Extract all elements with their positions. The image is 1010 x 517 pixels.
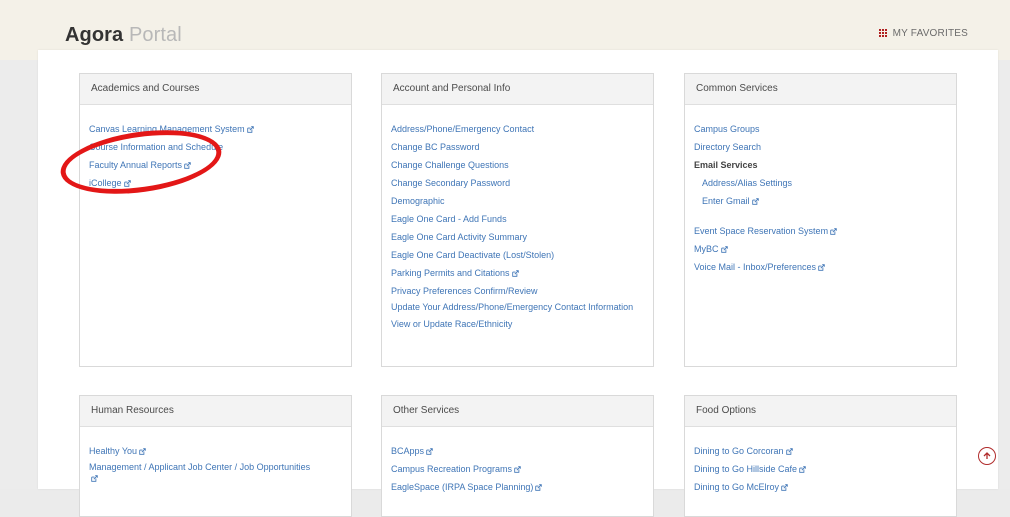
external-link-icon xyxy=(426,448,433,455)
link-race-ethnicity[interactable]: View or Update Race/Ethnicity xyxy=(391,315,653,333)
link-challenge-questions[interactable]: Change Challenge Questions xyxy=(391,156,653,174)
external-link-icon xyxy=(514,466,521,473)
panel-common: Common Services Campus Groups Directory … xyxy=(684,73,957,367)
panel-hr: Human Resources Healthy You Management /… xyxy=(79,395,352,517)
external-link-icon xyxy=(511,270,519,277)
link-change-password[interactable]: Change BC Password xyxy=(391,138,653,156)
link-privacy[interactable]: Privacy Preferences Confirm/Review xyxy=(391,282,653,300)
panel-hr-title: Human Resources xyxy=(80,396,351,427)
link-dining-hillside[interactable]: Dining to Go Hillside Cafe xyxy=(694,460,956,478)
link-eagle-card-deactivate[interactable]: Eagle One Card Deactivate (Lost/Stolen) xyxy=(391,246,653,264)
link-mybc[interactable]: MyBC xyxy=(694,240,956,258)
link-enter-gmail[interactable]: Enter Gmail xyxy=(694,192,956,210)
external-link-icon xyxy=(785,448,793,455)
portal-logo[interactable]: Agora Portal xyxy=(65,24,182,47)
external-link-icon xyxy=(246,126,254,133)
panel-food-title: Food Options xyxy=(685,396,956,427)
link-update-address[interactable]: Update Your Address/Phone/Emergency Cont… xyxy=(391,302,651,313)
link-campus-groups[interactable]: Campus Groups xyxy=(694,120,956,138)
panel-other: Other Services BCApps Campus Recreation … xyxy=(381,395,654,517)
external-link-icon xyxy=(830,228,837,235)
link-address-alias[interactable]: Address/Alias Settings xyxy=(694,174,956,192)
grid-icon xyxy=(878,28,889,39)
logo-brand: Agora xyxy=(65,24,124,46)
link-course-info[interactable]: Course Information and Schedule xyxy=(89,138,351,156)
link-icollege[interactable]: iCollege xyxy=(89,174,351,192)
external-link-icon xyxy=(751,198,759,205)
external-link-icon xyxy=(139,448,146,455)
external-link-icon xyxy=(818,264,825,271)
link-address-phone[interactable]: Address/Phone/Emergency Contact xyxy=(391,120,653,138)
panel-account-title: Account and Personal Info xyxy=(382,74,653,105)
external-link-icon xyxy=(184,162,191,169)
link-event-space[interactable]: Event Space Reservation System xyxy=(694,222,956,240)
link-canvas[interactable]: Canvas Learning Management System xyxy=(89,120,351,138)
link-dining-corcoran[interactable]: Dining to Go Corcoran xyxy=(694,442,956,460)
panel-academics: Academics and Courses Canvas Learning Ma… xyxy=(79,73,352,367)
email-services-heading: Email Services xyxy=(694,160,758,170)
my-favorites-link[interactable]: MY FAVORITES xyxy=(878,28,968,39)
external-link-icon xyxy=(720,246,728,253)
logo-portal: Portal xyxy=(128,24,182,46)
panel-academics-title: Academics and Courses xyxy=(80,74,351,105)
link-parking[interactable]: Parking Permits and Citations xyxy=(391,264,653,282)
arrow-up-icon xyxy=(983,452,991,459)
external-link-icon xyxy=(781,484,788,491)
link-faculty-annual-reports[interactable]: Faculty Annual Reports xyxy=(89,156,351,174)
link-voice-mail[interactable]: Voice Mail - Inbox/Preferences xyxy=(694,258,956,276)
external-link-icon xyxy=(799,466,806,473)
link-demographic[interactable]: Demographic xyxy=(391,192,653,210)
link-eaglespace[interactable]: EagleSpace (IRPA Space Planning) xyxy=(391,478,653,496)
panel-other-title: Other Services xyxy=(382,396,653,427)
panel-account: Account and Personal Info Address/Phone/… xyxy=(381,73,654,367)
external-link-icon xyxy=(91,475,98,482)
link-eagle-card-funds[interactable]: Eagle One Card - Add Funds xyxy=(391,210,653,228)
link-directory[interactable]: Directory Search xyxy=(694,138,956,156)
link-healthy-you[interactable]: Healthy You xyxy=(89,442,351,460)
panel-common-title: Common Services xyxy=(685,74,956,105)
my-favorites-label: MY FAVORITES xyxy=(892,28,968,39)
panel-food: Food Options Dining to Go Corcoran Dinin… xyxy=(684,395,957,517)
link-job-center[interactable]: Management / Applicant Job Center / Job … xyxy=(89,462,319,484)
link-bcapps[interactable]: BCApps xyxy=(391,442,653,460)
external-link-icon xyxy=(535,484,543,491)
link-dining-mcelroy[interactable]: Dining to Go McElroy xyxy=(694,478,956,496)
link-eagle-card-activity[interactable]: Eagle One Card Activity Summary xyxy=(391,228,653,246)
link-campus-recreation[interactable]: Campus Recreation Programs xyxy=(391,460,653,478)
scroll-top-button[interactable] xyxy=(978,447,996,465)
link-secondary-password[interactable]: Change Secondary Password xyxy=(391,174,653,192)
external-link-icon xyxy=(123,180,131,187)
